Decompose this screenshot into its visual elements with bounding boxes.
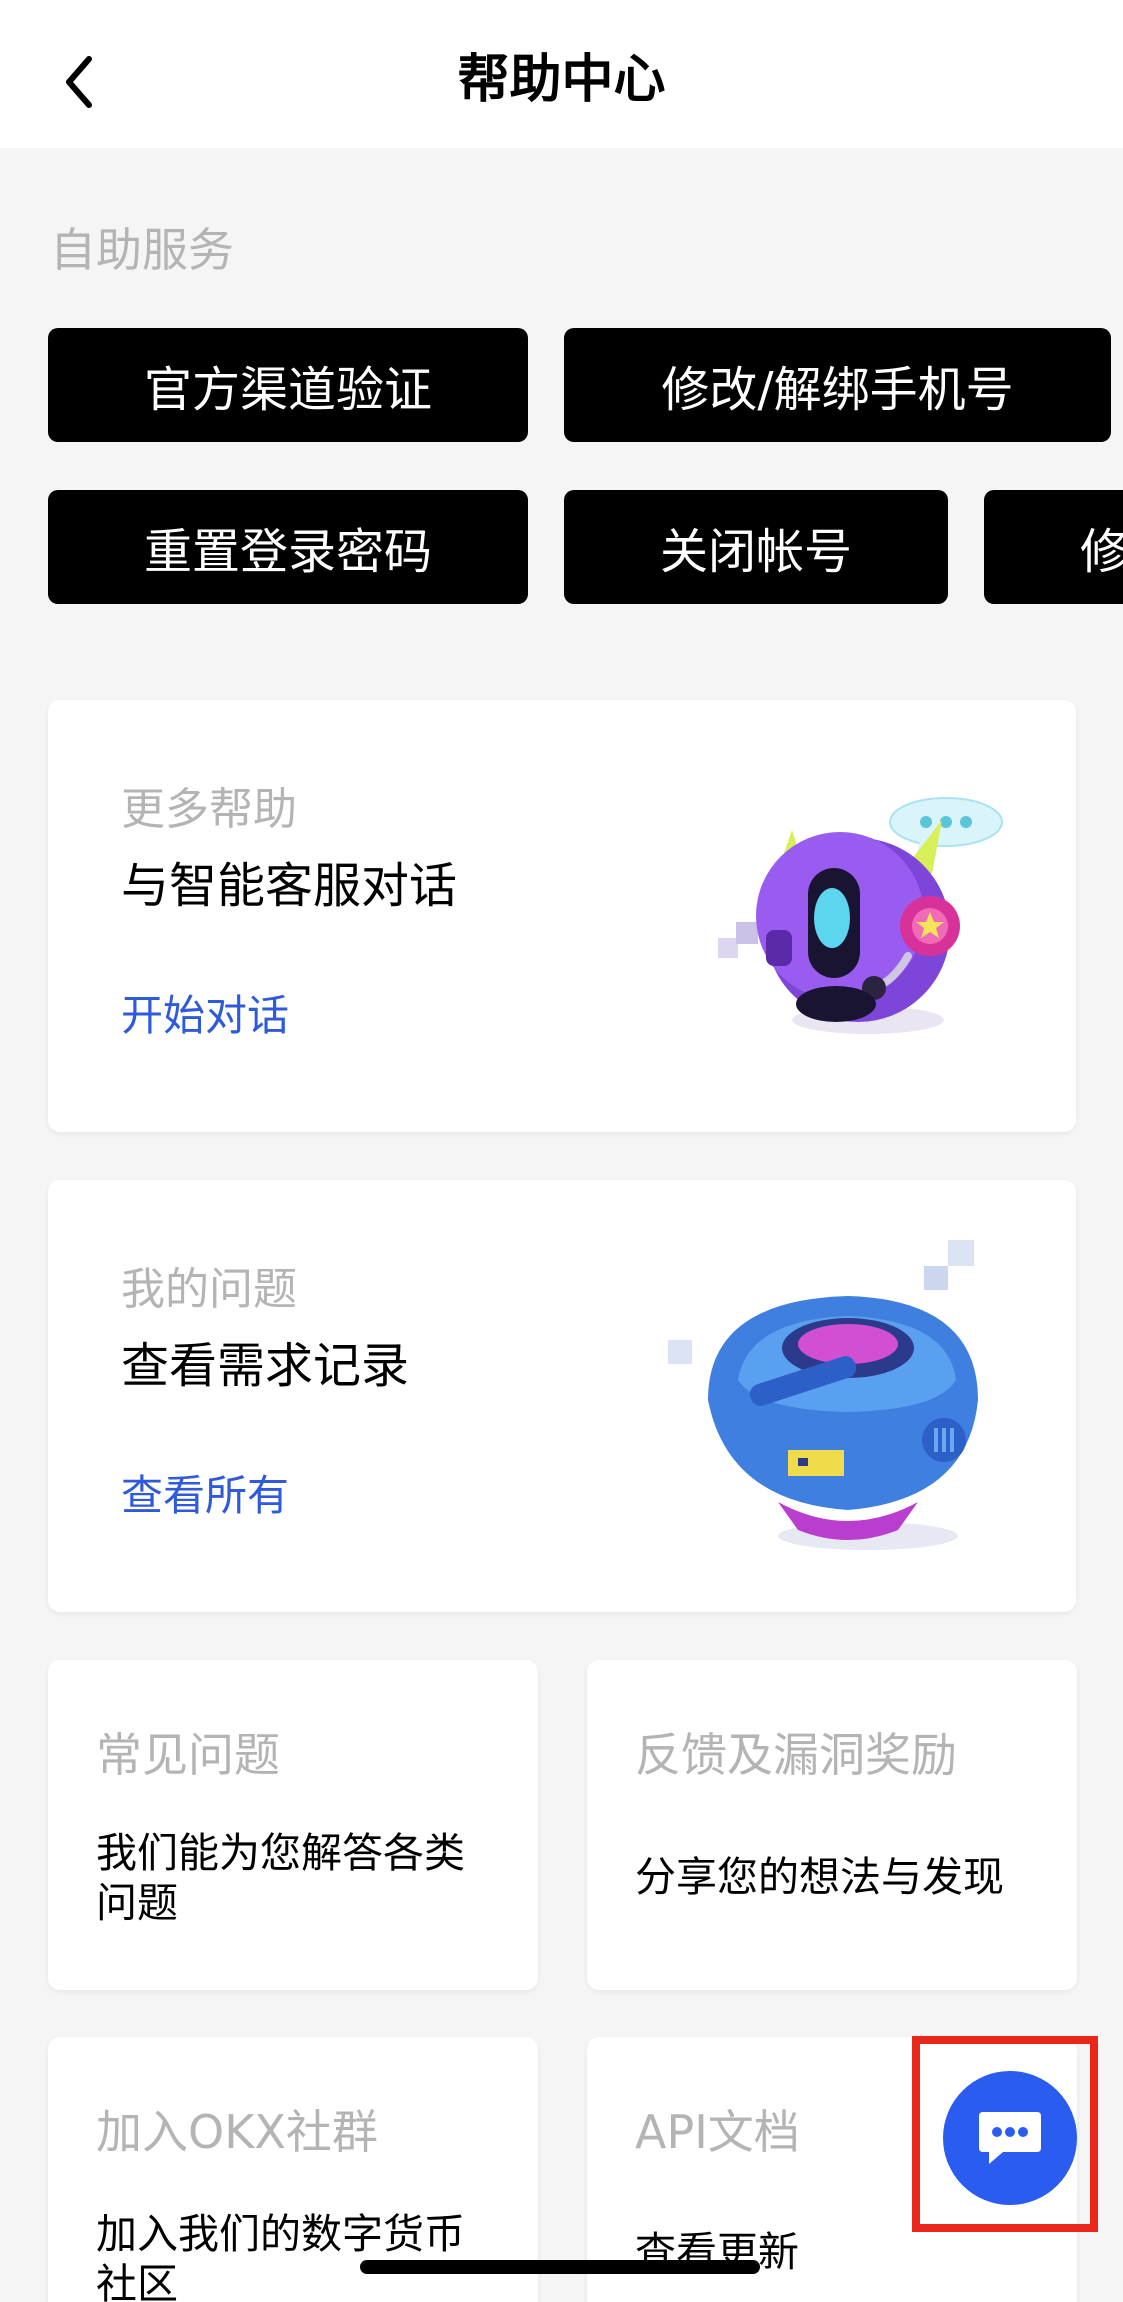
more-help-subtitle: 更多帮助 xyxy=(121,784,297,835)
service-row-2: 重置登录密码 关闭帐号 修 xyxy=(48,490,1123,604)
faq-tile-title: 常见问题 xyxy=(96,1728,280,1782)
chat-fab-button[interactable] xyxy=(943,2071,1077,2205)
chat-bubble-icon xyxy=(979,2112,1041,2164)
faq-tile[interactable]: 常见问题 我们能为您解答各类问题 xyxy=(48,1660,538,1990)
reset-password-button[interactable]: 重置登录密码 xyxy=(48,490,528,604)
feedback-tile-desc: 分享您的想法与发现 xyxy=(635,1853,1004,1901)
official-channel-verify-button[interactable]: 官方渠道验证 xyxy=(48,328,528,442)
more-help-title: 与智能客服对话 xyxy=(121,858,458,914)
more-help-card[interactable]: 更多帮助 与智能客服对话 开始对话 xyxy=(48,700,1076,1132)
home-indicator xyxy=(360,2260,760,2274)
header-bar: 帮助中心 xyxy=(0,0,1123,148)
robot-pod-illustration xyxy=(668,1240,978,1550)
view-all-link[interactable]: 查看所有 xyxy=(121,1466,289,1526)
modify-more-button[interactable]: 修 xyxy=(984,490,1123,604)
service-row-1: 官方渠道验证 修改/解绑手机号 xyxy=(48,328,1111,442)
feedback-tile[interactable]: 反馈及漏洞奖励 分享您的想法与发现 xyxy=(587,1660,1077,1990)
my-issues-title: 查看需求记录 xyxy=(121,1338,410,1394)
start-chat-link[interactable]: 开始对话 xyxy=(121,986,289,1046)
my-issues-subtitle: 我的问题 xyxy=(121,1264,297,1315)
robot-chat-illustration xyxy=(718,797,1003,1034)
community-tile-desc: 加入我们的数字货币社区 xyxy=(96,2210,465,2302)
feedback-tile-title: 反馈及漏洞奖励 xyxy=(635,1728,957,1782)
community-tile-title: 加入OKX社群 xyxy=(96,2105,378,2159)
page-title: 帮助中心 xyxy=(457,50,666,110)
my-issues-card[interactable]: 我的问题 查看需求记录 查看所有 xyxy=(48,1180,1076,1612)
section-label-self-service: 自助服务 xyxy=(50,223,234,277)
close-account-button[interactable]: 关闭帐号 xyxy=(564,490,948,604)
api-docs-tile-title: API文档 xyxy=(635,2105,800,2159)
faq-tile-desc: 我们能为您解答各类问题 xyxy=(96,1829,465,1927)
change-phone-button[interactable]: 修改/解绑手机号 xyxy=(564,328,1111,442)
